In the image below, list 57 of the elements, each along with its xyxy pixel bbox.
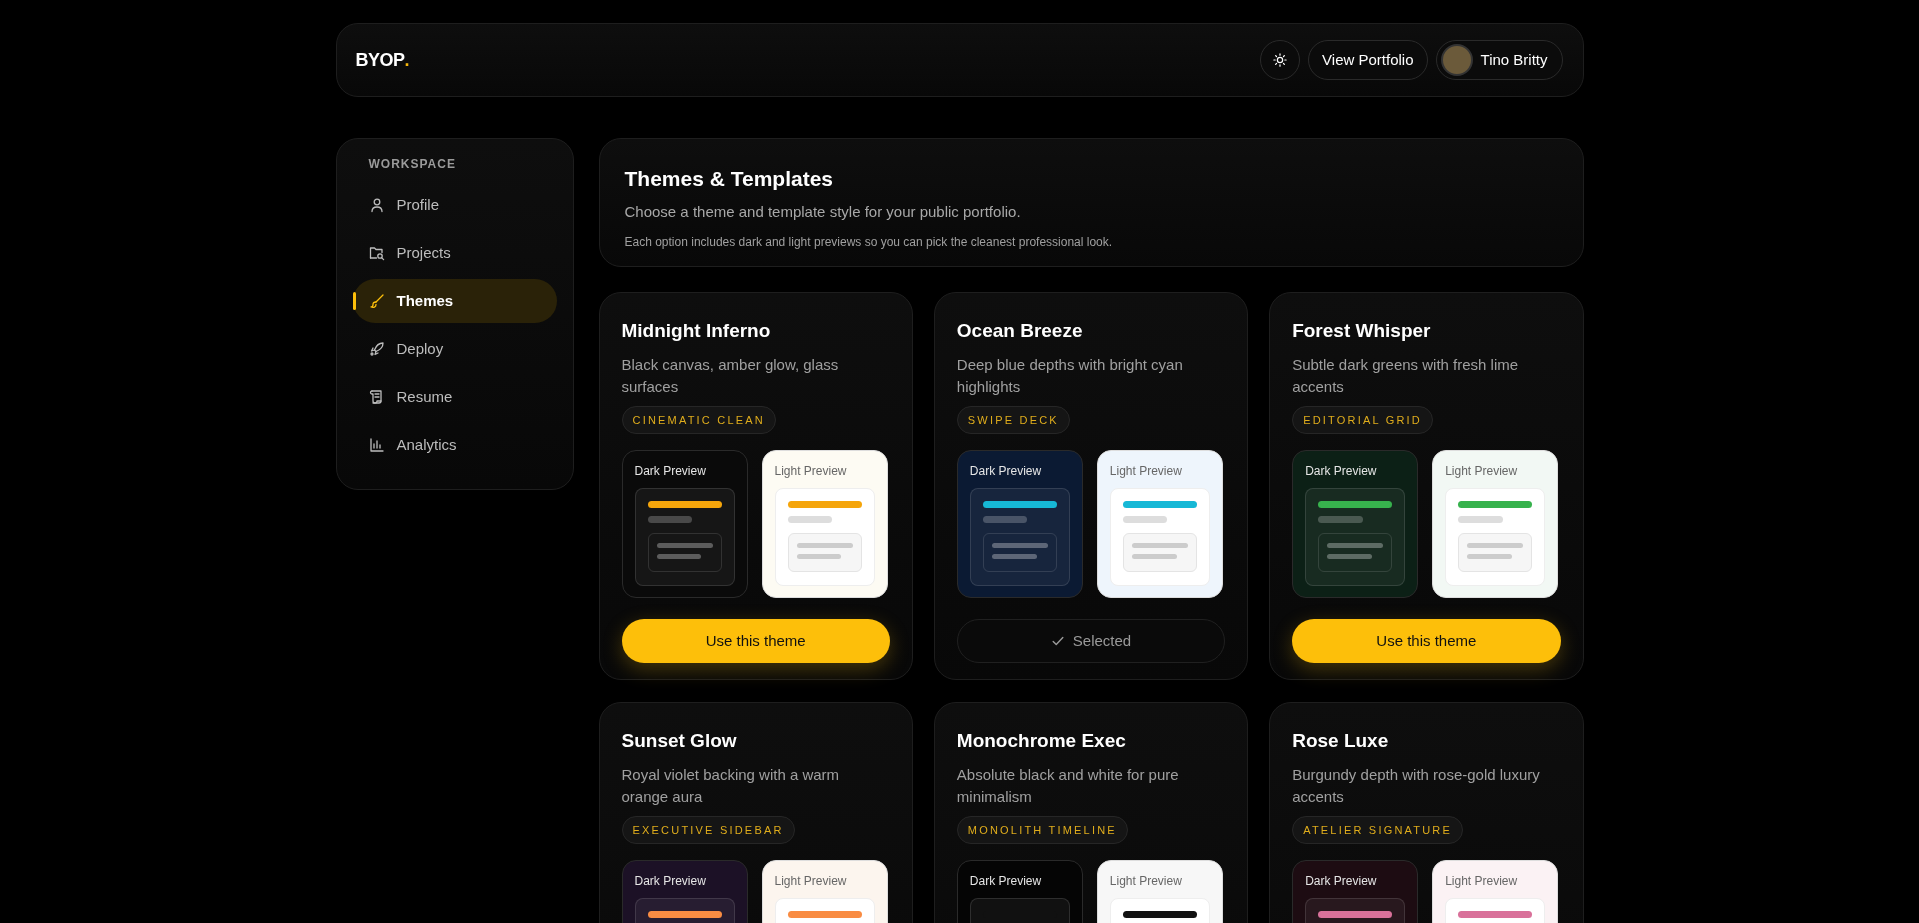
preview-label: Dark Preview (634, 463, 707, 480)
sun-icon (1273, 53, 1288, 67)
theme-description: Royal violet backing with a warm orange aura (621, 764, 841, 807)
theme-description: Deep blue depths with bright cyan highlights (956, 354, 1184, 397)
user-icon (368, 197, 385, 213)
template-tag: EDITORIAL GRID (1292, 405, 1433, 434)
scroll-icon (368, 389, 385, 405)
sidebar-item[interactable]: Analytics (352, 423, 557, 467)
preview-label: Light Preview (774, 873, 848, 890)
preview-label: Light Preview (1109, 873, 1183, 890)
theme-name: Ocean Breeze (956, 319, 1084, 343)
template-tag: ATELIER SIGNATURE (1292, 815, 1463, 844)
avatar (1440, 44, 1473, 76)
preview-label: Dark Preview (969, 463, 1043, 480)
view-portfolio-button[interactable]: View Portfolio (1308, 40, 1428, 80)
template-tag: EXECUTIVE SIDEBAR (621, 815, 795, 844)
preview-label: Light Preview (774, 463, 848, 480)
theme-description: Subtle dark greens with fresh lime accents (1292, 354, 1520, 397)
sidebar-item[interactable]: Deploy (352, 327, 557, 371)
theme-description: Black canvas, amber glow, glass surfaces (621, 354, 840, 397)
theme-description: Absolute black and white for pure minimalism (956, 764, 1180, 807)
theme-toggle-button[interactable] (1260, 40, 1301, 80)
template-tag: MONOLITH TIMELINE (956, 815, 1128, 844)
chart-icon (368, 437, 385, 453)
theme-name: Midnight Inferno (621, 319, 772, 343)
theme-name: Monochrome Exec (956, 729, 1127, 753)
sidebar-item[interactable]: Projects (352, 231, 557, 275)
preview-label: Dark Preview (634, 873, 707, 890)
use-theme-button[interactable]: Use this theme (621, 619, 890, 663)
check-icon (1050, 634, 1065, 648)
use-theme-button[interactable]: Use this theme (1292, 619, 1561, 663)
theme-description: Burgundy depth with rose-gold luxury accents (1292, 764, 1541, 807)
preview-label: Dark Preview (1305, 463, 1378, 480)
sidebar-item[interactable]: Themes (352, 279, 557, 323)
theme-name: Forest Whisper (1292, 319, 1432, 343)
selected-button[interactable]: Selected (956, 619, 1226, 663)
theme-name: Rose Luxe (1292, 729, 1390, 753)
template-tag: SWIPE DECK (956, 405, 1070, 434)
preview-label: Dark Preview (1305, 873, 1378, 890)
preview-label: Light Preview (1109, 463, 1183, 480)
theme-name: Sunset Glow (621, 729, 738, 753)
page-subtitle: Choose a theme and template style for your public portfolio. (624, 201, 1022, 222)
logo-dot: . (404, 48, 410, 72)
sidebar-item[interactable]: Resume (352, 375, 557, 419)
sidebar-item[interactable]: Profile (352, 183, 557, 227)
folder-icon (368, 245, 385, 261)
preview-label: Dark Preview (969, 873, 1043, 890)
logo[interactable]: BYOP (355, 46, 405, 74)
page-note: Each option includes dark and light previews so you can pick the cleanest professional look. (624, 234, 1114, 251)
preview-label: Light Preview (1445, 463, 1519, 480)
brush-icon (368, 293, 385, 309)
user-menu[interactable]: Tino Britty (1435, 40, 1563, 80)
page-title: Themes & Templates (624, 166, 834, 192)
rocket-icon (368, 341, 385, 357)
template-tag: CINEMATIC CLEAN (621, 405, 776, 434)
preview-label: Light Preview (1445, 873, 1519, 890)
sidebar-heading: WORKSPACE (367, 156, 457, 173)
